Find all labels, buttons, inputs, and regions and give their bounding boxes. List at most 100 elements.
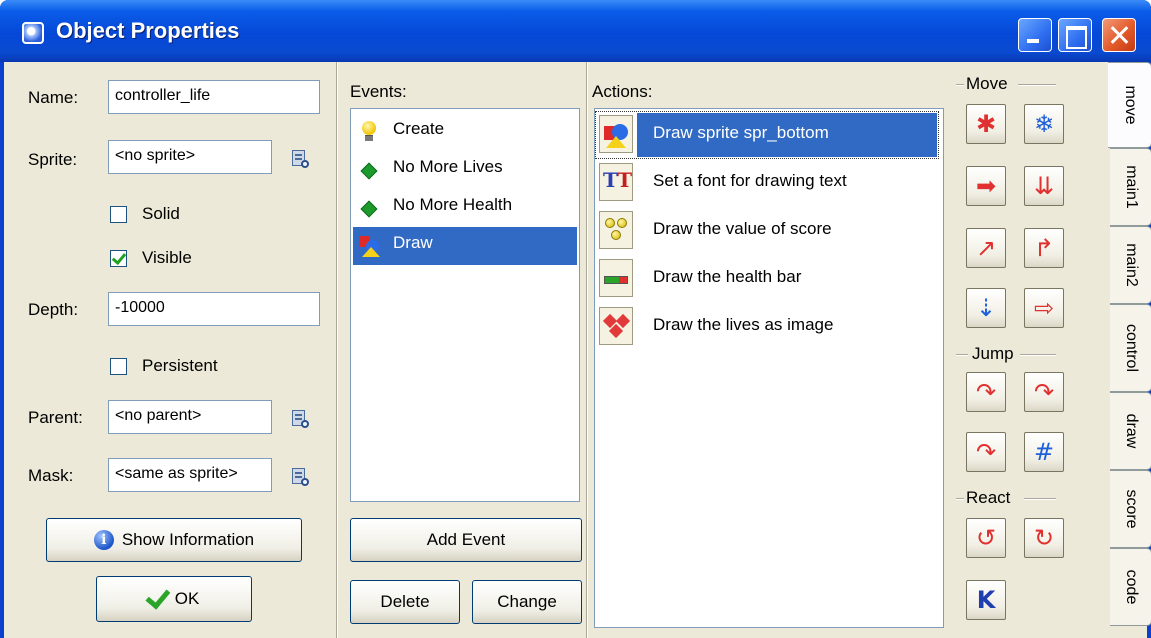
mask-browse-icon[interactable] — [290, 466, 310, 488]
events-list[interactable]: Create No More Lives No More Health Draw — [350, 108, 580, 502]
change-event-button[interactable]: Change — [472, 580, 582, 624]
persistent-checkbox[interactable] — [110, 358, 127, 375]
gravity-icon: ⇣ — [975, 294, 997, 322]
jump-random-button[interactable]: ↷ — [966, 432, 1006, 472]
group-divider — [956, 498, 964, 500]
checkmark-icon — [145, 583, 171, 610]
event-item-no-more-lives[interactable]: No More Lives — [353, 151, 577, 189]
draw-shapes-icon — [359, 235, 380, 257]
arrow-right-icon: ➡ — [975, 172, 997, 200]
jump-random-icon: ↷ — [975, 438, 997, 466]
tab-label: draw — [1122, 413, 1140, 449]
friction-button[interactable]: ⇨ — [1024, 288, 1064, 328]
panel-divider — [586, 62, 588, 638]
sprite-browse-icon[interactable] — [290, 148, 310, 170]
tab-control[interactable]: control — [1110, 304, 1151, 392]
green-diamond-icon — [359, 197, 379, 219]
action-item-draw-health-bar[interactable]: Draw the health bar — [595, 255, 939, 303]
react-group-label: React — [966, 488, 1011, 507]
ok-label: OK — [174, 589, 200, 608]
ok-button[interactable]: OK — [96, 576, 252, 622]
event-item-create[interactable]: Create — [353, 113, 577, 151]
group-divider — [1024, 498, 1056, 500]
move-fixed-button[interactable]: ✱ — [966, 104, 1006, 144]
parent-field[interactable]: <no parent> — [108, 400, 272, 434]
score-icon — [599, 211, 633, 249]
events-panel: Events: Create No More Lives No More Hea… — [340, 62, 584, 638]
sprite-field[interactable]: <no sprite> — [108, 140, 272, 174]
maximize-button[interactable] — [1058, 18, 1092, 52]
reverse-vertical-button[interactable]: ↻ — [1024, 518, 1064, 558]
action-toolbox: Move ✱ ❄ ➡ ⇊ ↗ ↱ ⇣ ⇨ Jump ↷ ↷ ↷ # React … — [954, 62, 1110, 638]
jump-group-label: Jump — [972, 344, 1014, 363]
tab-score[interactable]: score — [1110, 470, 1151, 548]
event-item-draw[interactable]: Draw — [353, 227, 577, 265]
tab-main2[interactable]: main2 — [1110, 226, 1151, 304]
action-label: Draw the value of score — [653, 219, 832, 238]
jump-position-icon: ↷ — [975, 378, 997, 406]
group-divider — [956, 354, 968, 356]
action-item-draw-score[interactable]: Draw the value of score — [595, 207, 939, 255]
solid-checkbox[interactable] — [110, 206, 127, 223]
reverse-horizontal-button[interactable]: ↺ — [966, 518, 1006, 558]
delete-event-button[interactable]: Delete — [350, 580, 460, 624]
event-item-no-more-health[interactable]: No More Health — [353, 189, 577, 227]
event-label: No More Lives — [393, 157, 503, 176]
object-properties-window: Object Properties Name: controller_life … — [0, 0, 1151, 638]
close-button[interactable] — [1102, 18, 1136, 52]
move-towards-button[interactable]: ➡ — [966, 166, 1006, 206]
speed-vertical-button[interactable]: ⇊ — [1024, 166, 1064, 206]
jump-position-button[interactable]: ↷ — [966, 372, 1006, 412]
title-bar[interactable]: Object Properties — [0, 0, 1151, 62]
green-diamond-icon — [359, 159, 379, 181]
reverse-vertical-icon: ↻ — [1033, 524, 1055, 552]
depth-field[interactable]: -10000 — [108, 292, 320, 326]
name-field[interactable]: controller_life — [108, 80, 320, 114]
group-divider — [1020, 354, 1056, 356]
mask-label: Mask: — [28, 466, 74, 485]
align-grid-button[interactable]: # — [1024, 432, 1064, 472]
action-label: Draw the health bar — [653, 267, 802, 286]
actions-list[interactable]: Draw sprite spr_bottom TT Set a font for… — [594, 108, 944, 628]
move-point-button[interactable]: ↗ — [966, 228, 1006, 268]
group-divider — [956, 84, 964, 86]
show-information-button[interactable]: i Show Information — [46, 518, 302, 562]
move-group-label: Move — [966, 74, 1008, 93]
window-client-area: Name: controller_life Sprite: <no sprite… — [4, 62, 1151, 638]
tab-label: code — [1122, 569, 1140, 605]
properties-panel: Name: controller_life Sprite: <no sprite… — [4, 62, 334, 638]
diagonal-arrow-icon: ↗ — [975, 234, 997, 262]
tab-draw[interactable]: draw — [1110, 392, 1151, 470]
jump-start-button[interactable]: ↷ — [1024, 372, 1064, 412]
mask-field[interactable]: <same as sprite> — [108, 458, 272, 492]
lives-icon — [599, 307, 633, 345]
action-label: Draw the lives as image — [653, 315, 834, 334]
bounce-icon: K — [976, 586, 996, 614]
solid-label: Solid — [142, 204, 180, 223]
action-item-draw-sprite[interactable]: Draw sprite spr_bottom — [595, 111, 939, 159]
bounce-button[interactable]: K — [966, 580, 1006, 620]
minimize-button[interactable] — [1018, 18, 1052, 52]
tab-code[interactable]: code — [1110, 548, 1151, 626]
name-label: Name: — [28, 88, 79, 107]
add-event-button[interactable]: Add Event — [350, 518, 582, 562]
action-item-set-font[interactable]: TT Set a font for drawing text — [595, 159, 939, 207]
tab-move[interactable]: move — [1108, 62, 1151, 148]
parent-label: Parent: — [28, 408, 83, 427]
tab-label: score — [1122, 489, 1140, 529]
health-bar-icon — [599, 259, 633, 297]
gravity-button[interactable]: ⇣ — [966, 288, 1006, 328]
move-free-button[interactable]: ❄ — [1024, 104, 1064, 144]
events-header: Events: — [350, 82, 407, 101]
visible-checkbox[interactable] — [110, 250, 127, 267]
depth-label: Depth: — [28, 300, 79, 319]
draw-sprite-icon — [599, 115, 633, 153]
action-label: Draw sprite spr_bottom — [637, 113, 937, 157]
path-arrow-icon: ↱ — [1033, 234, 1055, 262]
action-item-draw-lives[interactable]: Draw the lives as image — [595, 303, 939, 351]
path-button[interactable]: ↱ — [1024, 228, 1064, 268]
tab-main1[interactable]: main1 — [1110, 148, 1151, 226]
move-fixed-icon: ✱ — [975, 110, 997, 138]
font-icon: TT — [599, 163, 633, 201]
parent-browse-icon[interactable] — [290, 408, 310, 430]
